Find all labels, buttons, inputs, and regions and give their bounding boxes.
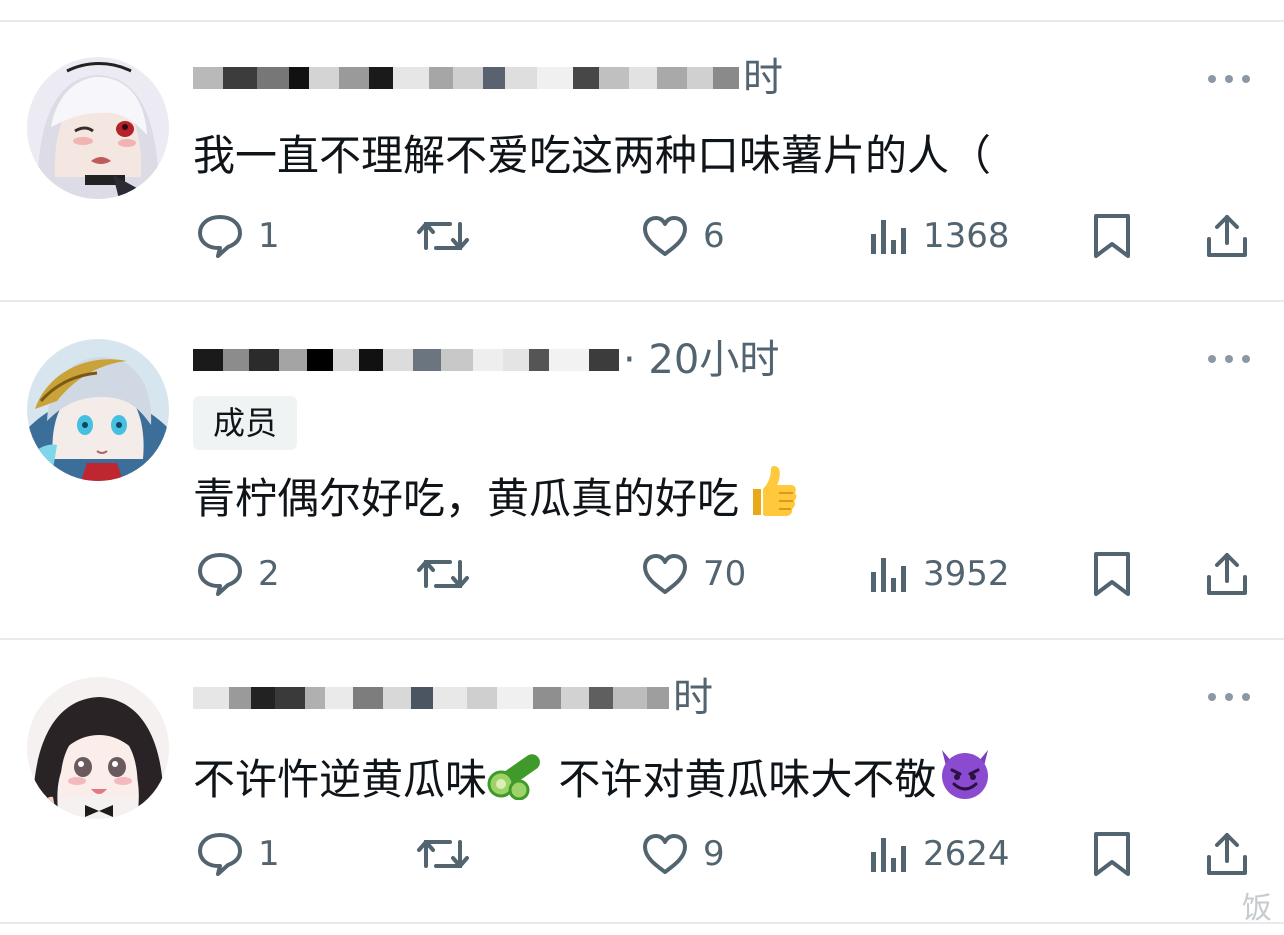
like-count: 9 <box>703 834 725 874</box>
comment-text-content: 我一直不理解不爱吃这两种口味薯片的人（ <box>193 131 992 180</box>
like-icon <box>643 554 687 594</box>
views-button[interactable]: 1368 <box>869 208 1010 264</box>
blurred-username <box>193 55 739 101</box>
retweet-button[interactable] <box>416 826 470 882</box>
comment-text: 青柠偶尔好吃，黄瓜真的好吃 <box>193 463 797 527</box>
comment-text: 我一直不理解不爱吃这两种口味薯片的人（ <box>193 128 991 184</box>
action-bar: 1 6 1368 <box>0 208 1284 264</box>
comment-text: 不许忤逆黄瓜味 不许对黄瓜味大不敬 <box>193 744 994 808</box>
action-bar: 2 70 3952 <box>0 546 1284 602</box>
views-button[interactable]: 2624 <box>869 826 1010 882</box>
divider <box>0 922 1284 924</box>
like-button[interactable]: 6 <box>641 208 725 264</box>
view-count: 2624 <box>923 834 1010 874</box>
avatar[interactable] <box>27 339 169 481</box>
comment-feed: 时 我一直不理解不爱吃这两种口味薯片的人（ 1 6 1368 · 20小时 成员… <box>0 0 1284 935</box>
bookmark-icon <box>1094 832 1130 876</box>
reply-count: 2 <box>258 554 280 594</box>
reply-icon <box>198 215 242 258</box>
bookmark-button[interactable] <box>1092 546 1132 602</box>
comment-text-content: 青柠偶尔好吃，黄瓜真的好吃 <box>193 474 740 523</box>
view-count: 1368 <box>923 216 1010 256</box>
blurred-username <box>193 337 619 383</box>
post-timestamp[interactable]: · 20小时 <box>623 337 779 383</box>
more-icon[interactable] <box>1208 691 1250 703</box>
bookmark-icon <box>1094 214 1130 258</box>
reply-icon <box>198 553 242 596</box>
author-line: 时 <box>193 669 713 727</box>
share-icon <box>1207 833 1247 875</box>
author-line: 时 <box>193 49 783 107</box>
like-button[interactable]: 9 <box>641 826 725 882</box>
thumbs-up-emoji <box>753 466 797 516</box>
comment-item[interactable]: 时 我一直不理解不爱吃这两种口味薯片的人（ 1 6 1368 <box>0 22 1284 300</box>
share-button[interactable] <box>1205 546 1249 602</box>
like-button[interactable]: 70 <box>641 546 746 602</box>
watermark: 饭 <box>1242 891 1272 926</box>
retweet-icon <box>417 222 469 250</box>
retweet-icon <box>417 840 469 868</box>
like-icon <box>643 834 687 874</box>
avatar[interactable] <box>27 677 169 819</box>
share-button[interactable] <box>1205 826 1249 882</box>
share-icon <box>1207 215 1247 257</box>
retweet-icon <box>417 560 469 588</box>
blurred-username <box>193 675 669 721</box>
member-badge: 成员 <box>193 396 298 450</box>
bookmark-button[interactable] <box>1092 208 1132 264</box>
comment-text-content: 不许忤逆黄瓜味 <box>193 755 488 804</box>
views-icon <box>871 838 906 872</box>
retweet-button[interactable] <box>416 208 470 264</box>
comment-item[interactable]: · 20小时 成员 青柠偶尔好吃，黄瓜真的好吃 2 70 3952 <box>0 302 1284 638</box>
more-icon[interactable] <box>1208 353 1250 365</box>
views-button[interactable]: 3952 <box>869 546 1010 602</box>
like-count: 70 <box>703 554 747 594</box>
like-count: 6 <box>703 216 725 256</box>
reply-count: 1 <box>258 834 280 874</box>
bookmark-button[interactable] <box>1092 826 1132 882</box>
reply-icon <box>198 833 242 876</box>
cucumber-emoji <box>487 754 540 800</box>
reply-button[interactable]: 1 <box>196 826 280 882</box>
action-bar: 1 9 2624 <box>0 826 1284 882</box>
views-icon <box>871 558 906 592</box>
share-icon <box>1207 553 1247 595</box>
views-icon <box>871 220 906 254</box>
post-timestamp[interactable]: 时 <box>673 675 713 721</box>
like-icon <box>643 216 687 256</box>
retweet-button[interactable] <box>416 546 470 602</box>
reply-count: 1 <box>258 216 280 256</box>
bookmark-icon <box>1094 552 1130 596</box>
view-count: 3952 <box>923 554 1010 594</box>
more-icon[interactable] <box>1208 73 1250 85</box>
post-timestamp[interactable]: 时 <box>743 55 783 101</box>
reply-button[interactable]: 2 <box>196 546 280 602</box>
comment-text-continued: 不许对黄瓜味大不敬 <box>545 755 937 804</box>
share-button[interactable] <box>1205 208 1249 264</box>
author-line: · 20小时 <box>193 331 779 389</box>
avatar[interactable] <box>27 57 169 199</box>
comment-item[interactable]: 时 不许忤逆黄瓜味 不许对黄瓜味大不敬 1 9 2624 <box>0 640 1284 922</box>
reply-button[interactable]: 1 <box>196 208 280 264</box>
smiling-devil-emoji <box>942 750 989 799</box>
